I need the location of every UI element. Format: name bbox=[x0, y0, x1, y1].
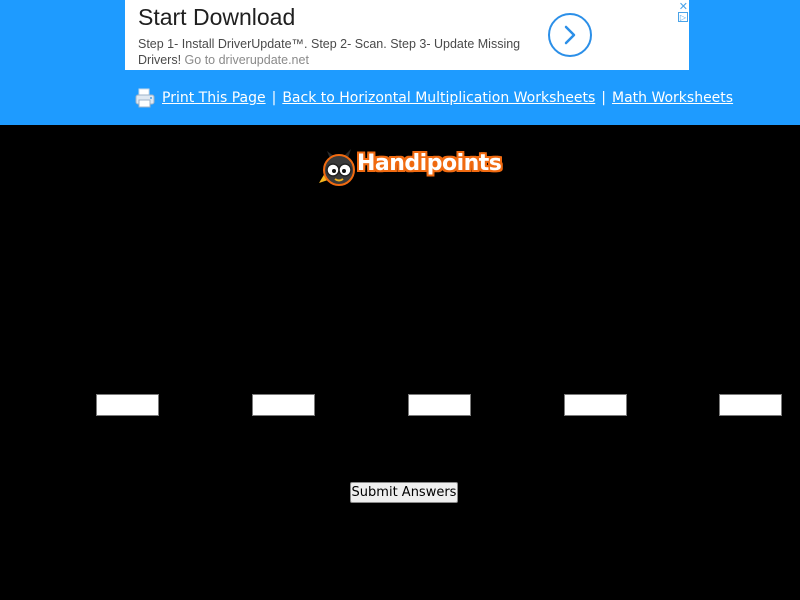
logo-text: Handipoints bbox=[357, 151, 502, 176]
ad-title[interactable]: Start Download bbox=[138, 4, 295, 31]
submit-answers-button[interactable]: Submit Answers bbox=[350, 482, 458, 503]
print-page-link[interactable]: Print This Page bbox=[162, 90, 266, 106]
nav-separator: | bbox=[601, 90, 606, 106]
printer-icon[interactable] bbox=[134, 87, 156, 109]
answer-input-5[interactable] bbox=[719, 394, 782, 416]
ad-choices-icon[interactable]: ▷ bbox=[678, 12, 688, 22]
answer-input-1[interactable] bbox=[96, 394, 159, 416]
nav-separator: | bbox=[271, 90, 277, 106]
chevron-right-icon bbox=[564, 25, 576, 45]
answer-input-2[interactable] bbox=[252, 394, 315, 416]
cat-mascot-icon bbox=[319, 149, 355, 186]
handipoints-logo[interactable]: Handipoints bbox=[317, 143, 511, 191]
ad-url[interactable]: Go to driverupdate.net bbox=[185, 53, 309, 67]
nav-links: Print This Page | Back to Horizontal Mul… bbox=[134, 86, 733, 110]
answer-input-4[interactable] bbox=[564, 394, 627, 416]
back-to-worksheets-link[interactable]: Back to Horizontal Multiplication Worksh… bbox=[282, 90, 595, 106]
answer-input-3[interactable] bbox=[408, 394, 471, 416]
ad-arrow-button[interactable] bbox=[548, 13, 592, 57]
math-worksheets-link[interactable]: Math Worksheets bbox=[612, 90, 733, 106]
ad-description[interactable]: Step 1- Install DriverUpdate™. Step 2- S… bbox=[138, 36, 538, 68]
advertisement[interactable]: Start Download Step 1- Install DriverUpd… bbox=[121, 0, 689, 70]
